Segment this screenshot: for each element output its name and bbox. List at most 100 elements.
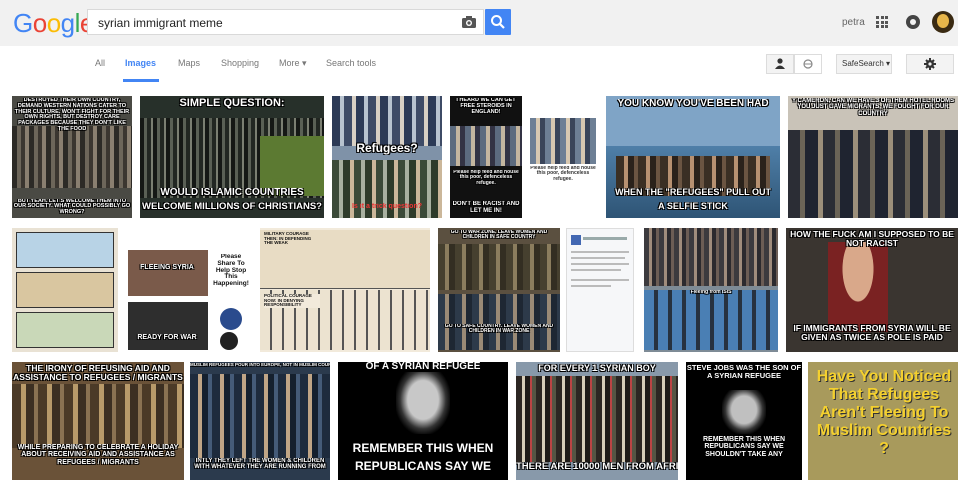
search-box[interactable]: [87, 9, 484, 35]
meme-bottom-text: A SELFIE STICK: [658, 202, 728, 211]
cartoon-caption: MILITARY COURAGE THEN: IN DEFENDING THE …: [264, 232, 312, 246]
image-result[interactable]: MILITARY COURAGE THEN: IN DEFENDING THE …: [260, 228, 430, 352]
meme-caption: Please help feed and house this poor, de…: [453, 170, 519, 186]
tab-more[interactable]: More ▾: [279, 58, 307, 69]
meme-bottom-text: WHILE PREPARING TO CELEBRATE A HOLIDAY A…: [17, 444, 179, 466]
search-icon: [491, 15, 505, 29]
logo-letter: g: [60, 8, 75, 38]
image-result[interactable]: Y CAMERON, CAN WE HAVE 3 OF THEM HOTEL R…: [788, 96, 958, 218]
image-result[interactable]: Please help feed and house this poor, de…: [528, 96, 598, 218]
meme-bottom-text: WELCOME MILLIONS OF CHRISTIANS?: [142, 202, 322, 212]
logo-letter: G: [13, 8, 33, 38]
logo-letter: o: [46, 8, 61, 38]
globe-filter-button[interactable]: [794, 54, 822, 74]
gear-icon: [924, 58, 936, 70]
crowd-photo: [438, 294, 560, 350]
profile-picture: [571, 235, 581, 245]
image-result[interactable]: GO TO WAR ZONE, LEAVE WOMEN AND CHILDREN…: [438, 228, 560, 352]
share-text: Please Share To Help Stop This Happening…: [213, 254, 249, 288]
settings-button[interactable]: [906, 54, 954, 74]
meme-bottom-text: INTLY THEY LEFT THE WOMEN & CHILDREN WIT…: [194, 458, 326, 471]
comic-panel: [16, 232, 114, 268]
image-result[interactable]: THE IRONY OF REFUSING AID AND ASSISTANCE…: [12, 362, 184, 480]
safesearch-button[interactable]: SafeSearch ▾: [836, 54, 892, 74]
text-line: [571, 257, 625, 259]
image-result[interactable]: YOU KNOW YOU'VE BEEN HAD WHEN THE "REFUG…: [606, 96, 780, 218]
google-logo[interactable]: Google: [13, 8, 94, 38]
camera-icon[interactable]: [461, 15, 477, 29]
photo: [128, 250, 208, 296]
portrait: [722, 390, 766, 434]
image-results-grid: DESTROYED THEIR OWN COUNTRY, DEMAND WEST…: [0, 82, 958, 480]
meme-top-text: SIMPLE QUESTION:: [179, 98, 285, 109]
image-result[interactable]: STEVE JOBS WAS THE SON OF A SYRIAN REFUG…: [686, 362, 802, 480]
badge-icon: [220, 332, 238, 350]
globe-icon: [803, 59, 813, 69]
image-result[interactable]: DESTROYED THEIR OWN COUNTRY, DEMAND WEST…: [12, 96, 132, 218]
meme-top-text: I HEARD WE CAN GET FREE STEROIDS IN ENGL…: [456, 98, 516, 115]
people-photo: [788, 130, 958, 218]
comic-panel: [16, 272, 114, 308]
soldiers-photo: [438, 244, 560, 290]
text-line: [571, 285, 611, 287]
search-button[interactable]: [485, 9, 511, 35]
search-input[interactable]: [96, 13, 450, 33]
tab-images[interactable]: Images: [125, 58, 156, 68]
meme-bottom-text: WOULD ISLAMIC COUNTRIES: [160, 188, 304, 198]
meme-top-text: THE IRONY OF REFUSING AID AND ASSISTANCE…: [13, 364, 183, 382]
meme-bottom-text: REPUBLICANS SAY WE: [354, 460, 492, 473]
photo: [530, 118, 596, 164]
meme-bottom-text: THERE ARE 10000 MEN FROM AFRICA: [516, 462, 678, 472]
image-result[interactable]: Fleeing from ISIS: [644, 228, 778, 352]
tab-all[interactable]: All: [95, 58, 105, 68]
meme-top-text: MUSLIM REFUGEES POUR INTO EUROPE, NOT IN…: [190, 363, 330, 367]
tab-maps[interactable]: Maps: [178, 58, 200, 68]
image-result[interactable]: FLEEING SYRIA READY FOR WAR Please Share…: [126, 228, 252, 352]
notifications-icon[interactable]: [906, 15, 920, 29]
apps-grid-icon[interactable]: [876, 16, 888, 28]
meme-top-text: GO TO WAR ZONE, LEAVE WOMEN AND CHILDREN…: [450, 230, 548, 241]
meme-top-text: DESTROYED THEIR OWN COUNTRY, DEMAND WEST…: [14, 98, 130, 132]
meme-mid-text: Refugees?: [356, 142, 418, 155]
painting: [12, 384, 184, 448]
image-result[interactable]: I HEARD WE CAN GET FREE STEROIDS IN ENGL…: [450, 96, 522, 218]
meme-top-text: FOR EVERY 1 SYRIAN BOY: [538, 364, 656, 373]
text-line: [571, 269, 621, 271]
train-photo: [644, 290, 778, 350]
text-line: [571, 279, 629, 281]
person-filter-button[interactable]: [766, 54, 794, 74]
portrait: [396, 372, 450, 434]
comic-panel: [16, 312, 114, 348]
meme-caption: Please help feed and house this poor, de…: [530, 166, 596, 182]
meme-bottom-text: Is it a trick question?: [351, 202, 422, 210]
avatar[interactable]: [932, 11, 954, 33]
user-name[interactable]: petra: [842, 17, 865, 28]
image-result[interactable]: HOW THE FUCK AM I SUPPOSED TO BE NOT RAC…: [786, 228, 958, 352]
image-result[interactable]: Refugees? Is it a trick question?: [332, 96, 442, 218]
image-result[interactable]: FOR EVERY 1 SYRIAN BOY THERE ARE 10000 M…: [516, 362, 678, 480]
crowd-photo: [644, 228, 778, 286]
image-result[interactable]: OF A SYRIAN REFUGEE REMEMBER THIS WHEN R…: [338, 362, 508, 480]
image-result[interactable]: [566, 228, 634, 352]
grass-area: [260, 136, 324, 196]
meme-bottom-text: GO TO SAFE COUNTRY, LEAVE WOMEN AND CHIL…: [444, 324, 554, 335]
photo: [450, 126, 522, 166]
tab-search-tools[interactable]: Search tools: [326, 58, 376, 68]
meme-caption: Fleeing from ISIS: [690, 290, 732, 295]
crowd-photo: [12, 126, 132, 188]
image-result[interactable]: [12, 228, 118, 352]
meme-mid-text: FLEEING SYRIA: [140, 264, 194, 271]
tab-shopping[interactable]: Shopping: [221, 58, 259, 68]
meme-bottom-text: IF IMMIGRANTS FROM SYRIA WILL BE GIVEN A…: [793, 324, 951, 342]
top-bar: Google petra: [0, 0, 958, 46]
image-result[interactable]: MUSLIM REFUGEES POUR INTO EUROPE, NOT IN…: [190, 362, 330, 480]
meme-bottom-text: READY FOR WAR: [137, 334, 197, 341]
portrait: [828, 242, 888, 332]
image-result[interactable]: SIMPLE QUESTION: WOULD ISLAMIC COUNTRIES…: [140, 96, 324, 218]
meme-text: Have You Noticed That Refugees Aren't Fl…: [816, 368, 952, 457]
safesearch-label: SafeSearch ▾: [842, 59, 891, 68]
meme-top-text: Y CAMERON, CAN WE HAVE 3 OF THEM HOTEL R…: [791, 98, 954, 117]
image-result[interactable]: Have You Noticed That Refugees Aren't Fl…: [808, 362, 958, 480]
meme-top-text: HOW THE FUCK AM I SUPPOSED TO BE NOT RAC…: [790, 230, 954, 248]
meme-top-text: OF A SYRIAN REFUGEE: [365, 362, 481, 372]
